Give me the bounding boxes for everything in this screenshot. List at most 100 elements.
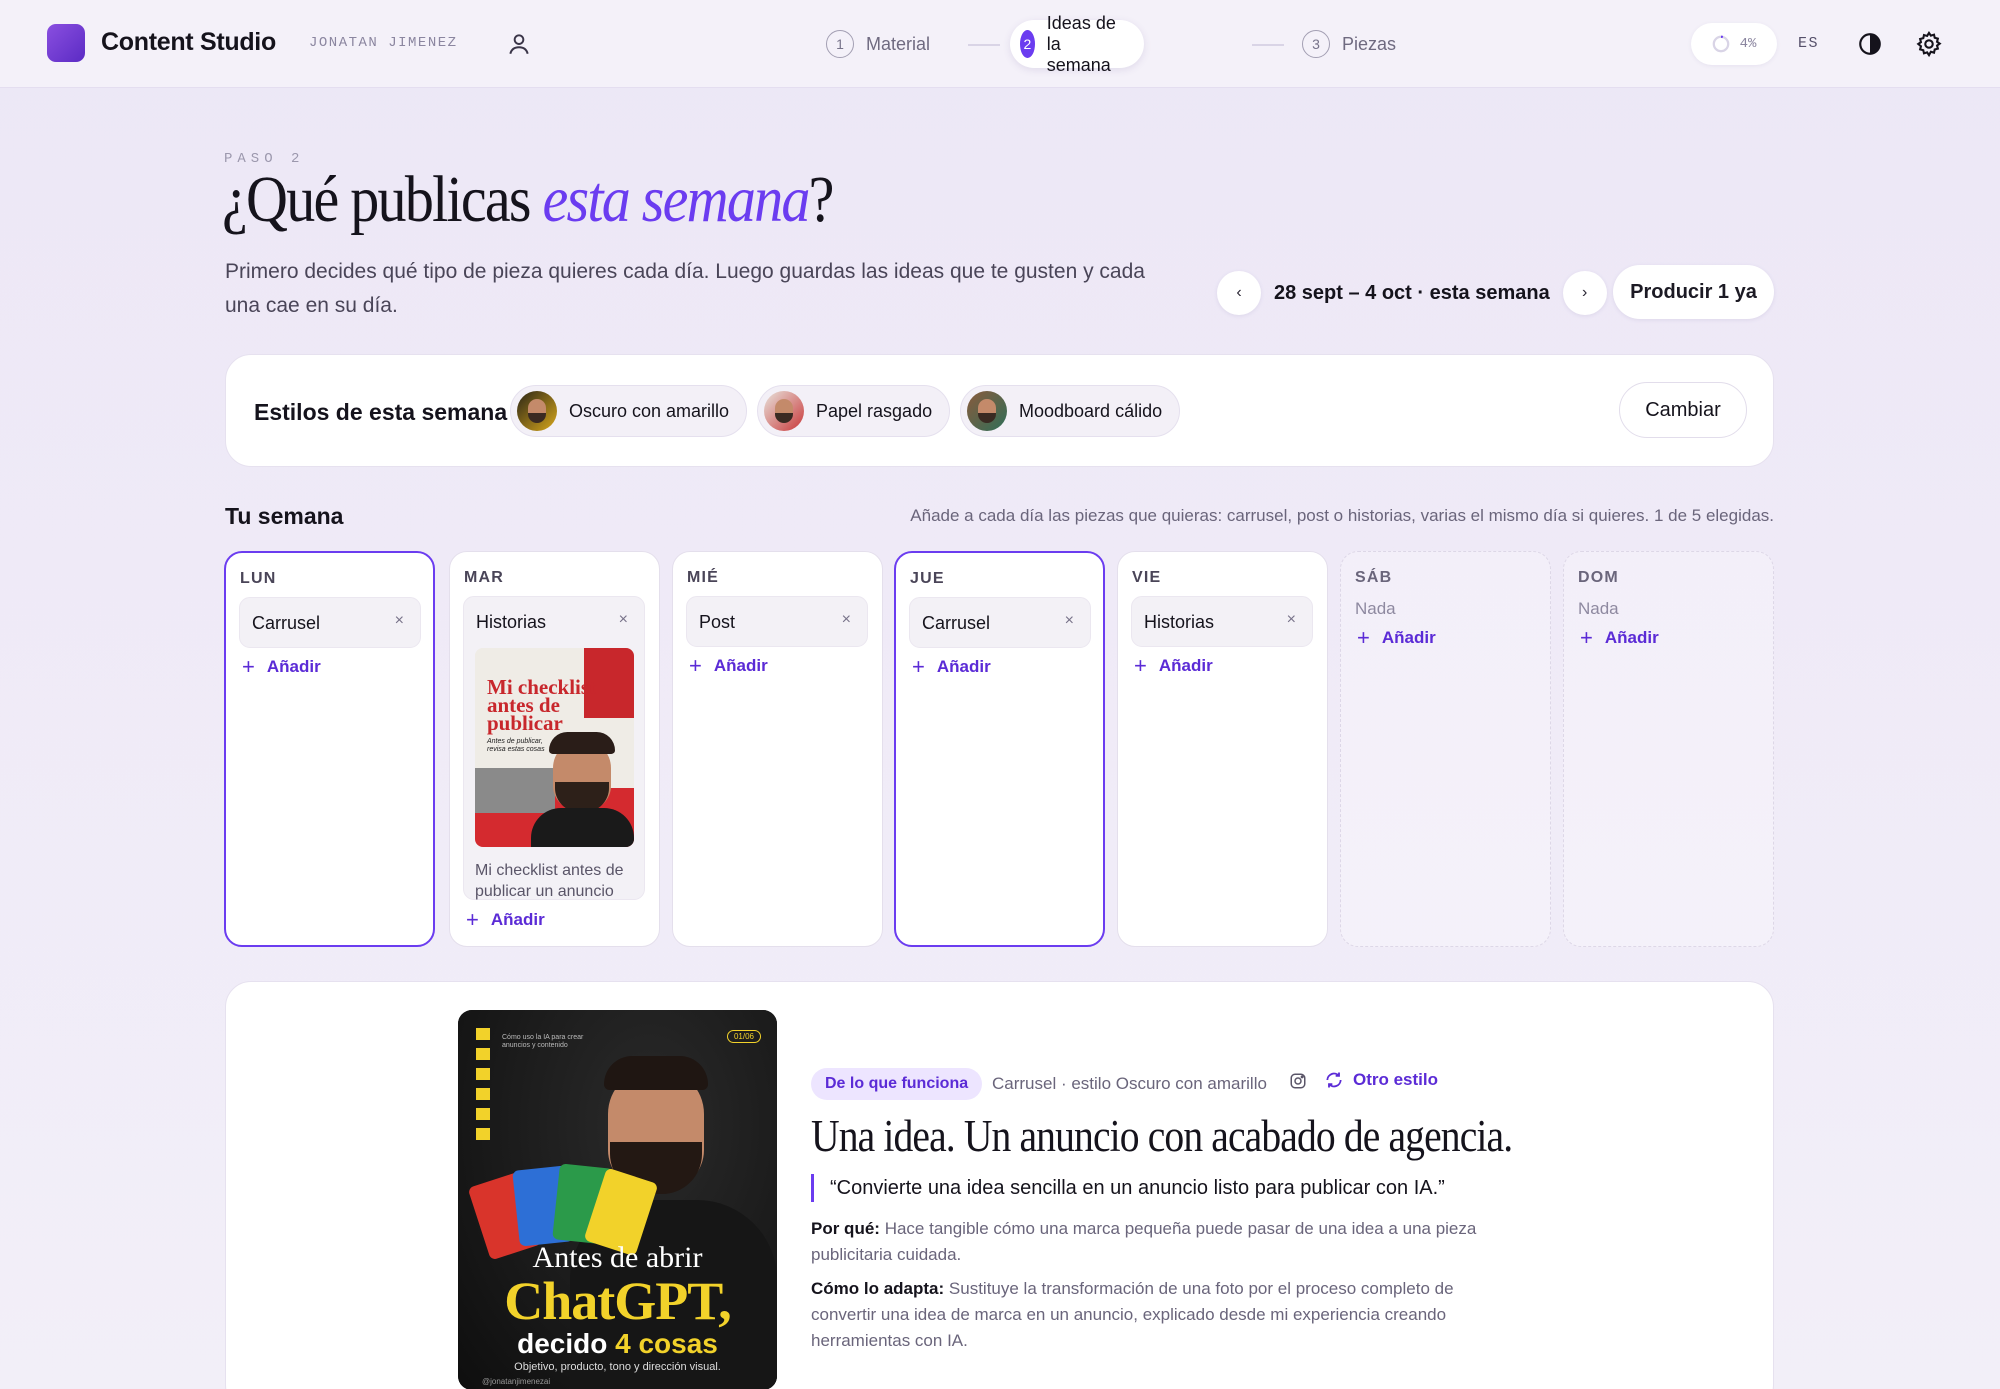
day-column-jue[interactable]: JUE Carrusel × + Añadir (894, 551, 1105, 947)
add-piece-button[interactable]: + Añadir (1357, 627, 1436, 649)
piece-type: Carrusel (252, 613, 321, 633)
piece-chip[interactable]: Carrusel × (909, 597, 1091, 648)
add-piece-button[interactable]: + Añadir (242, 656, 321, 678)
day-column-mie[interactable]: MIÉ Post × + Añadir (672, 551, 883, 947)
remove-piece-button[interactable]: × (842, 611, 851, 629)
why-label: Por qué: (811, 1219, 880, 1238)
add-piece-button[interactable]: + Añadir (1134, 655, 1213, 677)
style-chip-papel[interactable]: Papel rasgado (757, 385, 951, 437)
style-chip-oscuro[interactable]: Oscuro con amarillo (510, 385, 748, 437)
cover-handle: @jonatanjimenezai (482, 1377, 551, 1386)
piece-caption: Mi checklist antes de publicar un anunci… (475, 862, 624, 900)
day-column-mar[interactable]: MAR Historias × Mi checklist antes de pu… (449, 551, 660, 947)
remove-piece-button[interactable]: × (1065, 612, 1074, 630)
plus-icon: + (1357, 625, 1370, 650)
add-label: Añadir (936, 657, 991, 676)
language-selector[interactable]: ES (1798, 35, 1819, 52)
title-text: ? (808, 163, 835, 236)
piece-type: Historias (476, 612, 547, 632)
step-number: 3 (1302, 30, 1330, 58)
style-chip-label: Oscuro con amarillo (569, 400, 730, 421)
day-column-vie[interactable]: VIE Historias × + Añadir (1117, 551, 1328, 947)
plus-icon: + (912, 654, 925, 679)
style-chip-label: Moodboard cálido (1019, 400, 1163, 421)
step-connector (1252, 44, 1284, 46)
day-name: MAR (464, 569, 505, 586)
next-week-button[interactable]: › (1562, 271, 1607, 315)
piece-type: Post (699, 612, 736, 632)
step-number: 2 (1020, 30, 1035, 58)
top-bar: Content Studio JONATAN JIMENEZ 1 Materia… (0, 0, 2000, 88)
add-piece-button[interactable]: + Añadir (689, 655, 768, 677)
refresh-icon (1326, 1072, 1342, 1088)
step-connector (968, 44, 1000, 46)
cover-line-2: ChatGPT, (504, 1271, 732, 1331)
day-column-lun[interactable]: LUN Carrusel × + Añadir (224, 551, 435, 947)
app-title[interactable]: Content Studio (101, 28, 276, 57)
cover-line-3: decido 4 cosas (517, 1328, 718, 1359)
theme-toggle-icon[interactable] (1857, 31, 1883, 57)
step-number: 1 (826, 30, 854, 58)
thumb-subline: Antes de publicar, revisa estas cosas (487, 738, 545, 753)
add-piece-button[interactable]: + Añadir (912, 656, 991, 678)
idea-quote: “Convierte una idea sencilla en un anunc… (811, 1174, 1445, 1202)
why-text: Hace tangible cómo una marca pequeña pue… (811, 1219, 1477, 1264)
idea-cover-preview[interactable]: Cómo uso la IA para crear anuncios y con… (458, 1010, 777, 1389)
plus-icon: + (466, 907, 479, 932)
empty-day-label: Nada (1578, 599, 1619, 618)
piece-chip[interactable]: Historias × (1131, 596, 1313, 647)
plus-icon: + (1134, 653, 1147, 678)
user-icon[interactable] (506, 31, 532, 57)
produce-now-button[interactable]: Producir 1 ya (1613, 265, 1774, 319)
day-name: DOM (1578, 569, 1619, 586)
style-thumbnail (967, 391, 1007, 431)
add-label: Añadir (1158, 656, 1213, 675)
piece-chip[interactable]: Carrusel × (239, 597, 421, 648)
other-style-label: Otro estilo (1353, 1070, 1439, 1089)
step-material[interactable]: 1 Material (826, 20, 930, 68)
day-name: JUE (910, 570, 945, 587)
story-thumbnail[interactable]: Mi checklist antes de publicar Antes de … (475, 648, 634, 847)
origin-badge: De lo que funciona (811, 1068, 983, 1100)
progress-value: 4% (1739, 36, 1757, 52)
progress-indicator[interactable]: 4% (1691, 23, 1777, 65)
idea-adapt: Cómo lo adapta: Sustituye la transformac… (811, 1276, 1511, 1354)
cover-kicker: Cómo uso la IA para crear anuncios y con… (502, 1034, 584, 1049)
user-name: JONATAN JIMENEZ (309, 35, 458, 51)
remove-piece-button[interactable]: × (395, 612, 404, 630)
step-piezas[interactable]: 3 Piezas (1302, 20, 1396, 68)
add-label: Añadir (1604, 628, 1659, 647)
step-label: Piezas (1342, 33, 1397, 54)
idea-why: Por qué: Hace tangible cómo una marca pe… (811, 1216, 1511, 1268)
style-thumbnail (764, 391, 804, 431)
piece-chip[interactable]: Post × (686, 596, 868, 647)
remove-piece-button[interactable]: × (619, 611, 628, 629)
day-name: VIE (1132, 569, 1162, 586)
cover-page-badge: 01/06 (726, 1030, 761, 1043)
piece-card[interactable]: Historias × Mi checklist antes de public… (463, 596, 645, 900)
step-ideas-active[interactable]: 2 Ideas de la semana (1010, 13, 1145, 75)
day-column-sab[interactable]: SÁB Nada + Añadir (1340, 551, 1551, 947)
style-chip-label: Papel rasgado (816, 400, 933, 421)
title-text: ¿Qué publicas (222, 163, 543, 236)
style-chip-moodboard[interactable]: Moodboard cálido (960, 385, 1181, 437)
add-piece-button[interactable]: + Añadir (466, 909, 545, 931)
day-column-dom[interactable]: DOM Nada + Añadir (1563, 551, 1774, 947)
instagram-icon (1290, 1073, 1306, 1089)
app-logo[interactable] (47, 24, 85, 62)
add-piece-button[interactable]: + Añadir (1580, 627, 1659, 649)
gear-icon[interactable] (1915, 30, 1943, 58)
weekly-styles-card: Estilos de esta semana Oscuro con amaril… (225, 354, 1774, 467)
prev-week-button[interactable]: ‹ (1217, 271, 1261, 315)
plus-icon: + (242, 654, 255, 679)
remove-piece-button[interactable]: × (1287, 611, 1296, 629)
step-label: Ideas de la semana (1046, 12, 1116, 75)
change-styles-button[interactable]: Cambiar (1619, 382, 1747, 438)
day-name: SÁB (1355, 569, 1393, 586)
idea-title: Una idea. Un anuncio con acabado de agen… (811, 1111, 1513, 1161)
day-name: LUN (240, 570, 277, 587)
cover-subline: Objetivo, producto, tono y dirección vis… (514, 1361, 721, 1373)
other-style-button[interactable]: Otro estilo (1324, 1070, 1438, 1090)
piece-type: Historias (1144, 612, 1215, 632)
idea-meta: Carrusel · estilo Oscuro con amarillo (992, 1074, 1267, 1093)
